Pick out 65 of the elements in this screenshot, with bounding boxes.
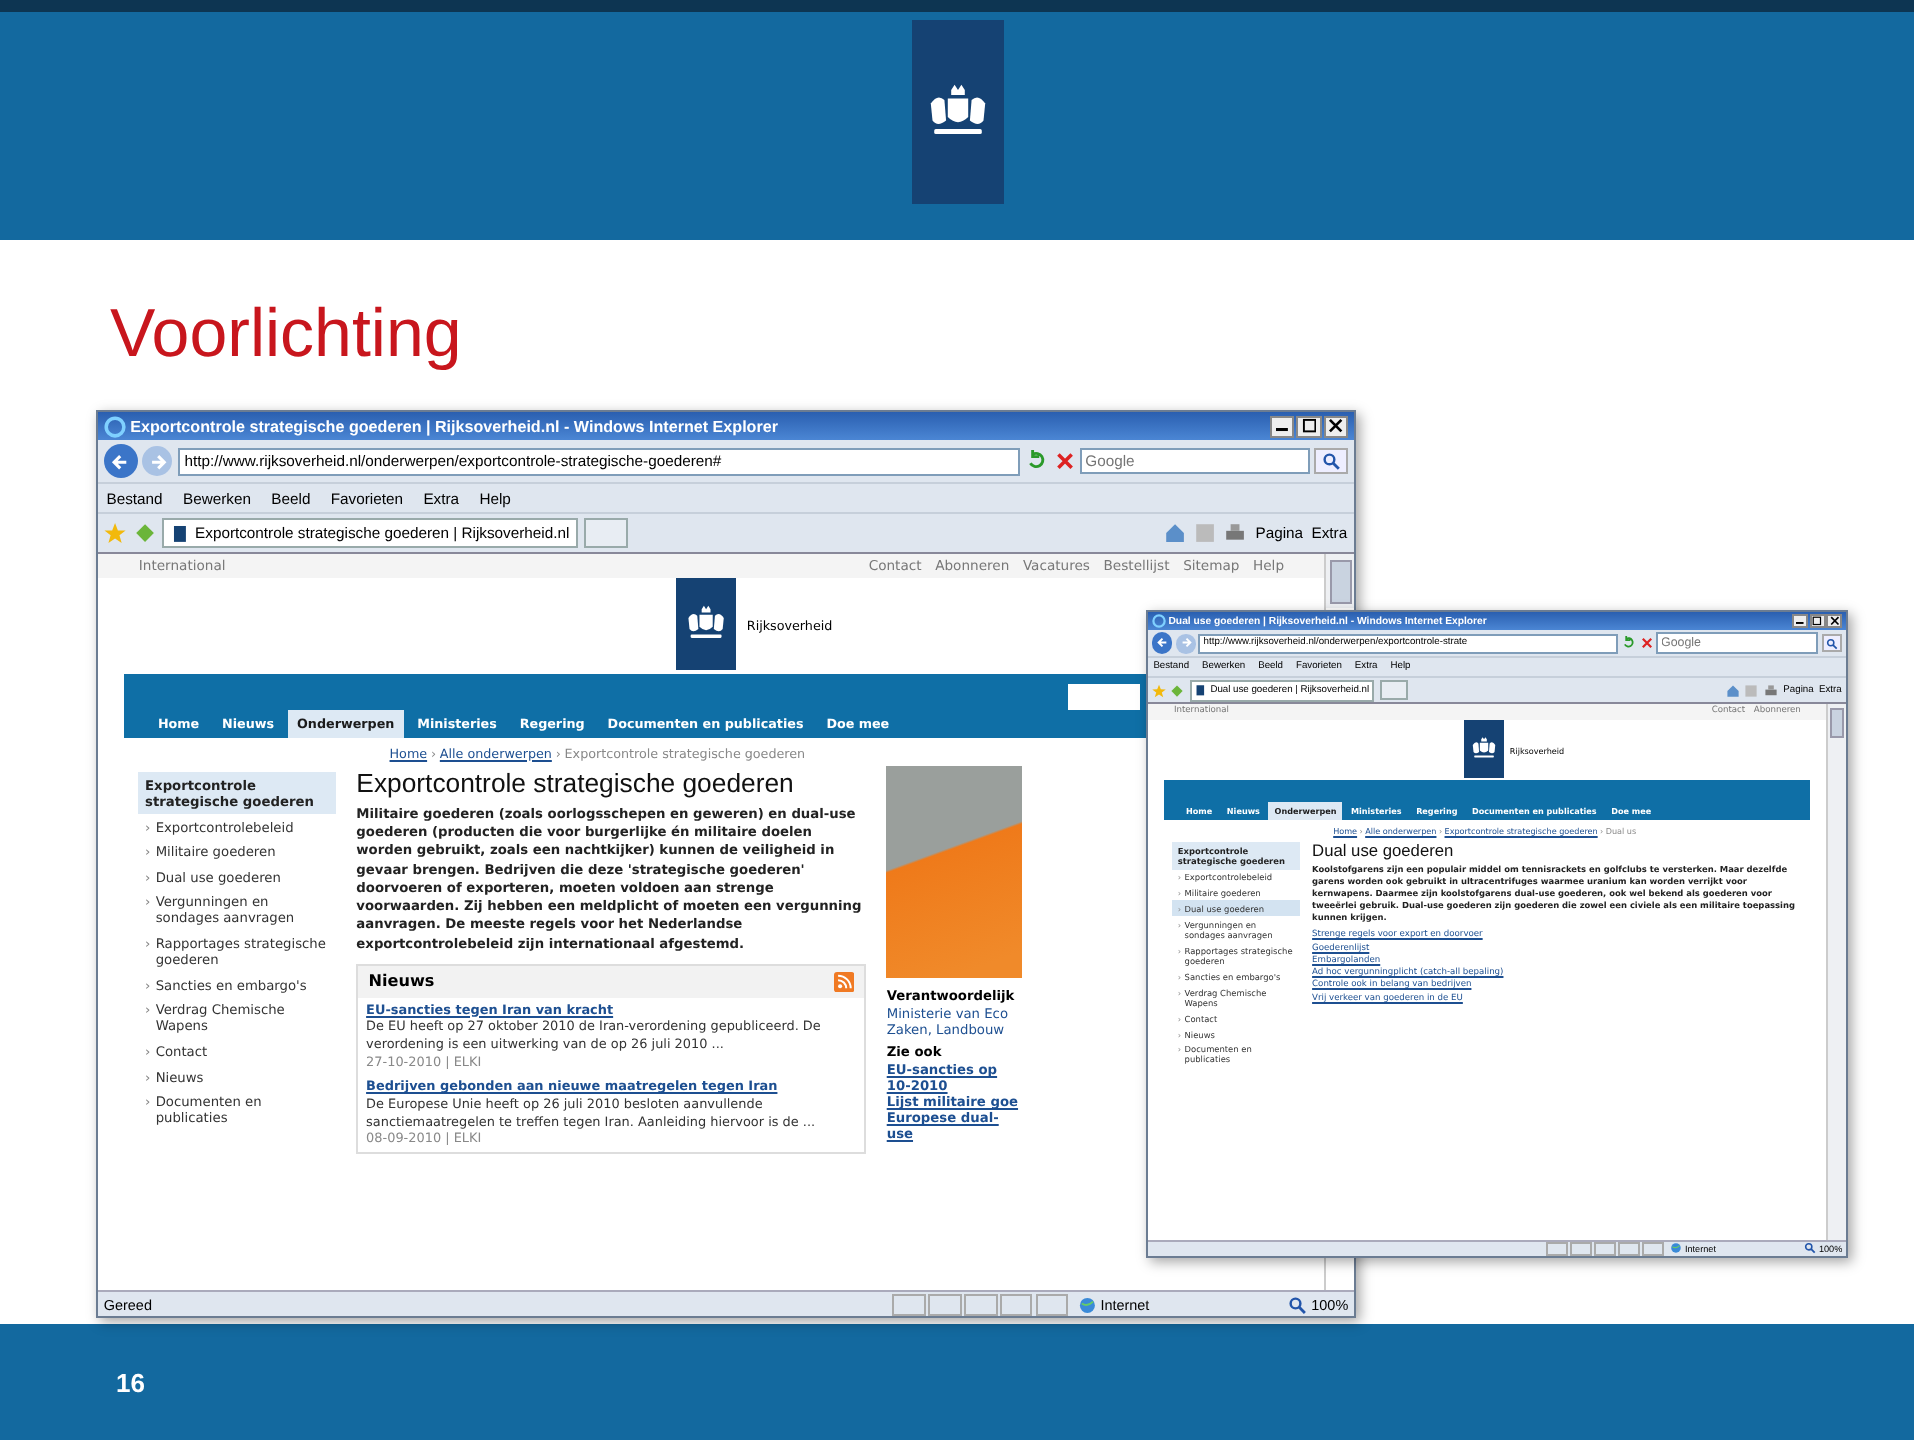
- page-icon: [1194, 684, 1208, 697]
- globe-icon: [1077, 1295, 1097, 1314]
- scrollbar[interactable]: [1326, 553, 1354, 609]
- close-icon: [1328, 418, 1344, 435]
- coat-of-arms-icon: [683, 604, 729, 644]
- status-pane: [892, 1293, 926, 1316]
- star-icon[interactable]: [1152, 683, 1167, 698]
- news-title: Nieuws: [368, 972, 435, 991]
- status-pane: [964, 1293, 998, 1316]
- back-arrow-icon: [109, 451, 131, 472]
- forward-arrow-icon: [147, 451, 168, 472]
- status-pane: [928, 1293, 962, 1316]
- rss-icon[interactable]: [833, 971, 855, 993]
- stop-icon[interactable]: [1053, 450, 1076, 473]
- page-heading: Dual use goederen: [1312, 839, 1456, 860]
- status-pane: [1000, 1293, 1033, 1316]
- zoom-icon[interactable]: [1288, 1295, 1307, 1314]
- new-tab-button[interactable]: [584, 517, 629, 549]
- add-favorite-icon[interactable]: [1170, 683, 1185, 698]
- back-button[interactable]: [1151, 632, 1173, 655]
- logo-block[interactable]: [1464, 719, 1504, 778]
- page-icon: [170, 523, 191, 544]
- logo-block[interactable]: [675, 578, 737, 670]
- scrollbar[interactable]: [1828, 704, 1846, 1240]
- maximize-icon: [1301, 418, 1317, 435]
- minimize-icon: [1796, 621, 1804, 624]
- minimize-button[interactable]: [1792, 614, 1809, 629]
- search-icon: [1826, 637, 1838, 650]
- maximize-icon: [1812, 616, 1823, 627]
- printer-icon[interactable]: [1763, 683, 1778, 698]
- status-pane: [1035, 1293, 1069, 1316]
- search-icon: [1322, 451, 1342, 471]
- home-icon[interactable]: [1725, 683, 1740, 698]
- browser-logo-icon: [103, 415, 126, 438]
- scrollbar-thumb[interactable]: [1329, 559, 1352, 604]
- search-button[interactable]: [1314, 447, 1349, 475]
- stop-icon[interactable]: [1639, 636, 1654, 651]
- refresh-icon[interactable]: [1025, 450, 1049, 473]
- close-button[interactable]: [1826, 614, 1843, 629]
- new-tab-button[interactable]: [1379, 680, 1408, 701]
- close-icon: [1829, 616, 1840, 627]
- home-icon[interactable]: [1163, 522, 1186, 545]
- back-button[interactable]: [103, 444, 138, 479]
- zoom-icon[interactable]: [1804, 1242, 1817, 1255]
- refresh-icon[interactable]: [1622, 636, 1637, 651]
- maximize-button[interactable]: [1809, 614, 1826, 629]
- coat-of-arms-icon: [1469, 736, 1498, 762]
- scrollbar-thumb[interactable]: [1830, 707, 1845, 738]
- page-heading: Exportcontrole strategische goederen: [356, 767, 796, 798]
- minimize-icon: [1275, 428, 1288, 432]
- browser-logo-icon: [1151, 614, 1166, 629]
- back-arrow-icon: [1155, 636, 1169, 650]
- star-icon[interactable]: [104, 522, 127, 545]
- window-title: Exportcontrole strategische goederen | Rijksoverheid.nl - Windows Internet Explorer: [130, 417, 778, 436]
- globe-icon: [1670, 1242, 1683, 1255]
- printer-icon[interactable]: [1224, 522, 1247, 545]
- search-button[interactable]: [1821, 634, 1843, 652]
- site-search-field[interactable]: [1067, 683, 1139, 710]
- page-number: 16: [116, 1367, 145, 1397]
- maximize-button[interactable]: [1296, 415, 1322, 438]
- close-button[interactable]: [1323, 415, 1349, 438]
- slide-title: Voorlichting: [110, 296, 462, 374]
- add-favorite-icon[interactable]: [133, 522, 156, 545]
- minimize-button[interactable]: [1269, 415, 1295, 438]
- forward-arrow-icon: [1179, 636, 1193, 650]
